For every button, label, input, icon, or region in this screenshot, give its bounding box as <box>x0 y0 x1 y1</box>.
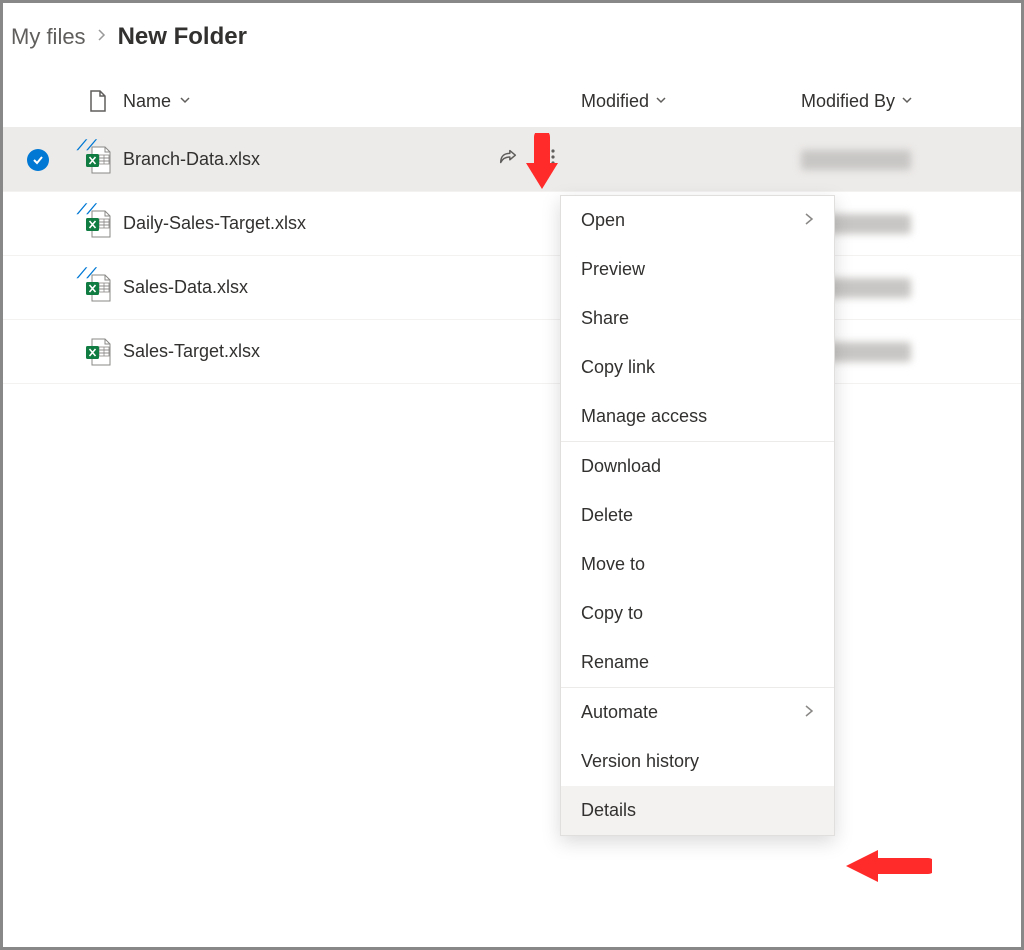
menu-item-label: Download <box>581 456 661 477</box>
menu-item-label: Rename <box>581 652 649 673</box>
annotation-arrow-down <box>522 133 562 193</box>
file-row[interactable]: Sales-Target.xlsx <box>3 320 1021 384</box>
menu-item-copy-to[interactable]: Copy to <box>561 589 834 638</box>
excel-file-icon: ⟋⟋ <box>85 145 111 175</box>
modified-by-value <box>801 150 911 170</box>
menu-item-open[interactable]: Open <box>561 196 834 245</box>
checkmark-icon[interactable] <box>27 149 49 171</box>
menu-item-label: Open <box>581 210 625 231</box>
excel-file-icon: ⟋⟋ <box>85 273 111 303</box>
chevron-down-icon <box>179 94 191 109</box>
chevron-down-icon <box>655 94 667 109</box>
menu-item-version-history[interactable]: Version history <box>561 737 834 786</box>
menu-item-delete[interactable]: Delete <box>561 491 834 540</box>
menu-item-copy-link[interactable]: Copy link <box>561 343 834 392</box>
menu-item-label: Version history <box>581 751 699 772</box>
menu-item-automate[interactable]: Automate <box>561 688 834 737</box>
sync-indicator-icon: ⟋⟋ <box>77 201 97 218</box>
menu-item-move-to[interactable]: Move to <box>561 540 834 589</box>
menu-item-label: Manage access <box>581 406 707 427</box>
breadcrumb-root[interactable]: My files <box>11 24 86 50</box>
file-name[interactable]: Daily-Sales-Target.xlsx <box>123 213 306 234</box>
file-row[interactable]: ⟋⟋ Daily-Sales-Target.xlsx <box>3 192 1021 256</box>
menu-item-share[interactable]: Share <box>561 294 834 343</box>
column-header-name[interactable]: Name <box>123 91 481 112</box>
column-header-modified-by[interactable]: Modified By <box>801 91 1021 112</box>
menu-item-preview[interactable]: Preview <box>561 245 834 294</box>
chevron-down-icon <box>901 94 913 109</box>
file-name[interactable]: Sales-Data.xlsx <box>123 277 248 298</box>
file-name[interactable]: Branch-Data.xlsx <box>123 149 260 170</box>
column-name-label: Name <box>123 91 171 112</box>
menu-item-download[interactable]: Download <box>561 442 834 491</box>
menu-item-label: Copy to <box>581 603 643 624</box>
file-name[interactable]: Sales-Target.xlsx <box>123 341 260 362</box>
menu-item-label: Preview <box>581 259 645 280</box>
menu-item-label: Move to <box>581 554 645 575</box>
breadcrumb-current[interactable]: New Folder <box>118 23 247 51</box>
file-list: ⟋⟋ Branch-Data.xlsx⟋⟋ Daily-Sales-Target… <box>3 128 1021 384</box>
table-header: Name Modified Modified By <box>3 81 1021 128</box>
annotation-arrow-left <box>842 846 922 886</box>
context-menu: Open Preview Share Copy link Manage access Do… <box>560 195 835 836</box>
excel-file-icon: ⟋⟋ <box>85 209 111 239</box>
menu-item-rename[interactable]: Rename <box>561 638 834 687</box>
column-header-modified[interactable]: Modified <box>581 91 801 112</box>
file-row[interactable]: ⟋⟋ Sales-Data.xlsx <box>3 256 1021 320</box>
file-type-column-icon[interactable] <box>73 89 123 113</box>
chevron-right-icon <box>804 212 814 229</box>
menu-item-label: Copy link <box>581 357 655 378</box>
sync-indicator-icon: ⟋⟋ <box>77 137 97 154</box>
column-modifiedby-label: Modified By <box>801 91 895 112</box>
menu-item-label: Share <box>581 308 629 329</box>
menu-item-label: Automate <box>581 702 658 723</box>
share-icon[interactable] <box>497 146 519 173</box>
column-modified-label: Modified <box>581 91 649 112</box>
chevron-right-icon <box>96 28 108 46</box>
file-row[interactable]: ⟋⟋ Branch-Data.xlsx <box>3 128 1021 192</box>
breadcrumb: My files New Folder <box>3 3 1021 81</box>
menu-item-details[interactable]: Details <box>561 786 834 835</box>
excel-file-icon <box>85 337 111 367</box>
menu-item-label: Details <box>581 800 636 821</box>
chevron-right-icon <box>804 704 814 721</box>
sync-indicator-icon: ⟋⟋ <box>77 265 97 282</box>
menu-item-manage-access[interactable]: Manage access <box>561 392 834 441</box>
menu-item-label: Delete <box>581 505 633 526</box>
